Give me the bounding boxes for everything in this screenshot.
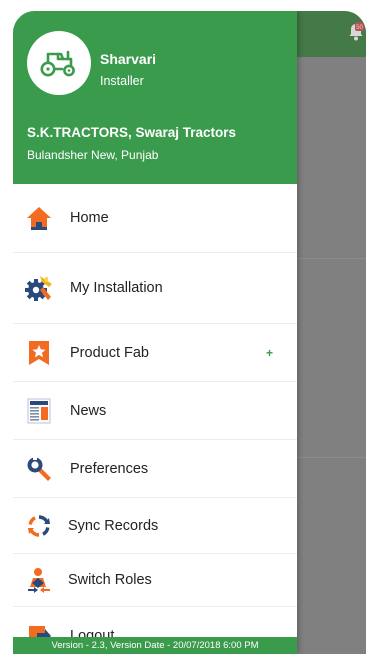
menu-item-switch-roles[interactable]: Switch Roles xyxy=(13,554,297,607)
user-role: Installer xyxy=(100,74,144,88)
navigation-drawer: Sharvari Installer S.K.TRACTORS, Swaraj … xyxy=(13,11,297,654)
menu-item-label: Sync Records xyxy=(68,517,159,534)
menu-item-news[interactable]: News xyxy=(13,382,297,440)
installation-gear-icon xyxy=(25,274,53,302)
menu-item-home[interactable]: Home xyxy=(13,184,297,253)
menu-item-label: My Installation xyxy=(70,280,163,296)
menu-item-label: News xyxy=(70,402,107,419)
drawer-header: Sharvari Installer S.K.TRACTORS, Swaraj … xyxy=(13,11,297,184)
menu-item-label: Home xyxy=(70,210,109,226)
menu-item-my-installation[interactable]: My Installation xyxy=(13,253,297,324)
dealer-name: S.K.TRACTORS, Swaraj Tractors xyxy=(27,125,237,140)
dealer-location: Bulandsher New, Punjab xyxy=(27,148,159,162)
menu-item-label: Switch Roles xyxy=(68,572,152,588)
notification-badge: 50 xyxy=(356,25,363,31)
background-divider xyxy=(297,457,366,458)
tractor-icon xyxy=(40,50,75,77)
avatar[interactable] xyxy=(27,31,91,95)
sync-icon xyxy=(25,512,53,540)
menu-item-label: Product Fab xyxy=(70,344,149,361)
star-bookmark-icon xyxy=(25,339,53,367)
wrench-icon xyxy=(25,455,53,483)
expand-plus-icon[interactable]: + xyxy=(266,346,273,360)
device-screen: 50 Sharvari Installer S.K.TRACTORS, Swar… xyxy=(13,11,366,654)
menu-item-preferences[interactable]: Preferences xyxy=(13,440,297,498)
menu-item-product-fab[interactable]: Product Fab + xyxy=(13,324,297,382)
background-divider xyxy=(297,258,366,259)
home-icon xyxy=(25,204,53,232)
menu-item-label: Preferences xyxy=(70,460,149,477)
notification-bell-icon[interactable]: 50 xyxy=(348,22,364,42)
drawer-menu: Home My Installation Product Fab + News … xyxy=(13,184,297,654)
newspaper-icon xyxy=(25,397,53,425)
version-footer: Version - 2.3, Version Date - 20/07/2018… xyxy=(13,637,297,654)
menu-item-sync-records[interactable]: Sync Records xyxy=(13,498,297,554)
user-name: Sharvari xyxy=(100,51,157,67)
switch-user-icon xyxy=(25,566,53,594)
